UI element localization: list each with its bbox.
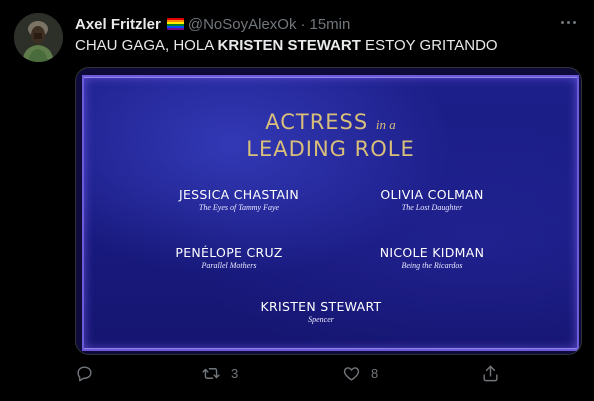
tweet-text-prefix: CHAU GAGA, HOLA — [75, 37, 218, 54]
category-line1: ACTRESS — [265, 110, 369, 134]
reply-icon — [77, 366, 92, 382]
category-line2: LEADING ROLE — [246, 137, 415, 161]
more-options-icon[interactable] — [558, 12, 578, 32]
tweet-header: Axel Fritzler @NoSoyAlexOk · 15min — [75, 14, 350, 34]
rainbow-flag-icon — [166, 18, 184, 30]
nominee-2: OLIVIA COLMAN The Lost Daughter — [337, 187, 527, 213]
nominee-name: OLIVIA COLMAN — [380, 187, 484, 202]
avatar[interactable] — [14, 13, 63, 62]
nominee-name: JESSICA CHASTAIN — [178, 187, 300, 202]
retweet-count: 3 — [231, 366, 239, 381]
timestamp[interactable]: 15min — [309, 16, 350, 33]
tweet-text-bold: KRISTEN STEWART — [217, 37, 361, 54]
user-handle[interactable]: @NoSoyAlexOk — [188, 16, 297, 33]
heart-icon — [343, 367, 360, 381]
nominee-name: PENÉLOPE CRUZ — [175, 245, 283, 260]
category-title: ACTRESS in a LEADING ROLE — [84, 110, 577, 161]
share-icon — [483, 365, 498, 382]
nominee-film: The Lost Daughter — [401, 203, 463, 212]
reply-button[interactable] — [75, 364, 94, 383]
nominee-film: Being the Ricardos — [401, 261, 463, 270]
retweet-icon — [202, 368, 220, 379]
category-small: in a — [375, 117, 396, 132]
tweet-text-suffix: ESTOY GRITANDO — [360, 37, 498, 54]
tweet-text: CHAU GAGA, HOLA KRISTEN STEWART ESTOY GR… — [75, 37, 498, 54]
nominee-film: Spencer — [308, 315, 334, 324]
nominee-5: KRISTEN STEWART Spencer — [226, 299, 416, 325]
share-button[interactable] — [481, 364, 500, 383]
nominee-3: PENÉLOPE CRUZ Parallel Mothers — [134, 245, 324, 271]
nominee-name: KRISTEN STEWART — [260, 299, 382, 314]
tweet-actions: 3 8 — [75, 364, 580, 386]
nominee-film: Parallel Mothers — [201, 261, 257, 270]
nominee-name: NICOLE KIDMAN — [379, 245, 485, 260]
avatar-image — [14, 13, 63, 62]
like-count: 8 — [371, 366, 379, 381]
nominee-4: NICOLE KIDMAN Being the Ricardos — [337, 245, 527, 271]
display-name[interactable]: Axel Fritzler — [75, 16, 161, 33]
nominee-1: JESSICA CHASTAIN The Eyes of Tammy Faye — [144, 187, 334, 213]
nominee-film: The Eyes of Tammy Faye — [198, 203, 280, 212]
tweet[interactable]: Axel Fritzler @NoSoyAlexOk · 15min CHAU … — [0, 0, 594, 401]
media-image[interactable]: ACTRESS in a LEADING ROLE JESSICA CHASTA… — [75, 67, 582, 355]
separator-dot: · — [300, 15, 306, 33]
like-button[interactable]: 8 — [342, 364, 378, 383]
retweet-button[interactable]: 3 — [201, 364, 238, 383]
oscar-nominees-screen: ACTRESS in a LEADING ROLE JESSICA CHASTA… — [82, 75, 579, 351]
